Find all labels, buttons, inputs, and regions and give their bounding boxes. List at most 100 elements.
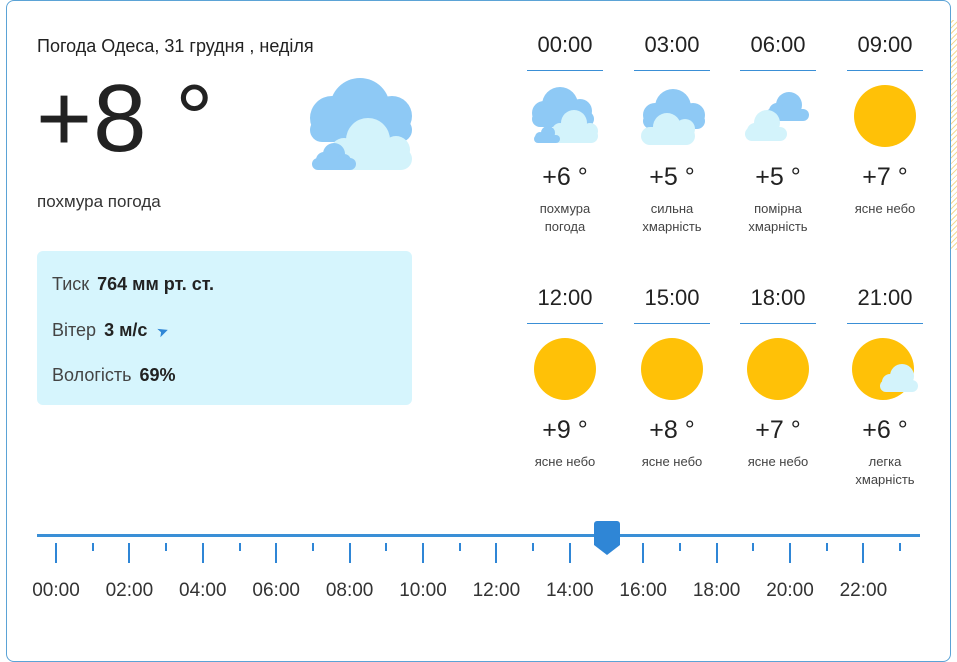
sun-weather-icon	[743, 336, 813, 402]
current-condition: похмура погода	[37, 192, 161, 211]
hourly-divider	[527, 70, 603, 71]
hourly-condition: легка хмарність	[840, 453, 930, 489]
timeline-label: 08:00	[325, 580, 374, 601]
overcast-cloud-icon	[310, 78, 412, 170]
cloudy-weather-icon	[637, 83, 707, 149]
timeline-label: 00:00	[32, 580, 80, 601]
hourly-condition-line1: помірна	[754, 201, 802, 216]
hourly-item: 06:00 +5 ° помірна хмарність	[733, 30, 823, 236]
hourly-item: 21:00 +6 ° легка хмарність	[840, 283, 930, 489]
pressure-value: 764 мм рт. ст.	[97, 274, 215, 294]
partly-weather-icon	[743, 83, 813, 149]
timeline-major-tick	[862, 543, 865, 563]
hourly-item: 09:00 +7 ° ясне небо	[840, 30, 930, 218]
timeline-major-tick	[495, 543, 498, 563]
hourly-condition: ясне небо	[520, 453, 610, 471]
hourly-temperature: +6 °	[862, 416, 908, 444]
hourly-condition-line1: ясне небо	[747, 454, 809, 469]
hourly-time: 21:00	[857, 285, 913, 310]
hourly-item: 12:00 +9 ° ясне небо	[520, 283, 610, 471]
humidity-label: Вологість	[52, 365, 132, 385]
timeline-label: 04:00	[179, 580, 227, 601]
timeline-major-tick	[348, 543, 351, 563]
timeline-label: 20:00	[766, 580, 814, 601]
timeline-label: 14:00	[546, 580, 594, 601]
timeline-major-tick	[422, 543, 424, 563]
timeline-minor-tick	[311, 543, 314, 551]
hourly-time: 18:00	[750, 285, 806, 310]
hourly-time: 00:00	[537, 32, 593, 57]
pressure-row: Тиск 764 мм рт. ст.	[52, 274, 214, 295]
hourly-divider	[527, 323, 603, 324]
hourly-condition-line2: хмарність	[855, 472, 915, 487]
timeline-major-tick	[568, 543, 571, 563]
hourly-divider	[847, 70, 923, 71]
hourly-condition: ясне небо	[840, 200, 930, 218]
timeline-minor-tick	[385, 543, 388, 551]
timeline-label: 18:00	[692, 580, 741, 601]
hourly-condition-line1: ясне небо	[854, 201, 916, 216]
timeline-major-tick	[642, 543, 645, 563]
hourly-condition-line2: погода	[544, 219, 586, 234]
hourly-temperature: +6 °	[542, 163, 588, 191]
hourly-condition-line1: ясне небо	[534, 454, 596, 469]
timeline-label: 02:00	[105, 580, 154, 601]
hourly-condition: ясне небо	[733, 453, 823, 471]
hourly-condition-line1: легка	[868, 454, 902, 469]
hourly-temperature: +7 °	[755, 416, 801, 444]
timeline-label: 22:00	[839, 580, 888, 601]
hourly-divider	[634, 323, 710, 324]
sun-cloud-weather-icon	[850, 336, 920, 402]
hourly-condition-line1: похмура	[539, 201, 591, 216]
hourly-item: 15:00 +8 ° ясне небо	[627, 283, 717, 471]
hourly-temperature: +8 °	[649, 416, 695, 444]
hourly-condition-line1: сильна	[650, 201, 694, 216]
timeline-slider-handle[interactable]	[594, 521, 620, 555]
humidity-value: 69%	[139, 365, 176, 385]
timeline-minor-tick	[238, 543, 241, 551]
details-panel: Тиск 764 мм рт. ст. Вітер 3 м/с ➤ Вологість…	[37, 251, 412, 405]
hourly-item: 18:00 +7 ° ясне небо	[733, 283, 823, 471]
hourly-condition-line2: хмарність	[748, 219, 808, 234]
hourly-condition-line1: ясне небо	[641, 454, 703, 469]
hourly-condition: ясне небо	[627, 453, 717, 471]
timeline-minor-tick	[678, 543, 681, 551]
wind-value: 3 м/с	[104, 320, 148, 340]
timeline-label: 16:00	[619, 580, 667, 601]
wind-row: Вітер 3 м/с ➤	[52, 320, 172, 341]
hourly-temperature: +5 °	[755, 163, 801, 191]
hourly-temperature: +5 °	[649, 163, 695, 191]
hourly-time: 06:00	[750, 32, 806, 57]
hourly-condition-line2: хмарність	[642, 219, 702, 234]
timeline-minor-tick	[825, 543, 828, 551]
timeline-track[interactable]	[37, 534, 920, 537]
timeline-minor-tick	[458, 543, 461, 551]
timeline-major-tick	[275, 543, 278, 563]
timeline-major-tick	[789, 543, 791, 563]
sun-weather-icon	[850, 83, 920, 149]
hourly-divider	[740, 323, 816, 324]
timeline-minor-tick	[165, 543, 168, 551]
timeline-major-tick	[128, 543, 131, 563]
hourly-item: 03:00 +5 ° сильна хмарність	[627, 30, 717, 236]
hourly-time: 03:00	[644, 32, 700, 57]
timeline-minor-tick	[532, 543, 535, 551]
sun-weather-icon	[530, 336, 600, 402]
hourly-item: 00:00 +6 ° похмура погода	[520, 30, 610, 236]
timeline-minor-tick	[899, 543, 902, 551]
timeline-major-tick	[55, 543, 57, 563]
timeline-label: 06:00	[252, 580, 300, 601]
pressure-label: Тиск	[52, 274, 90, 294]
timeline-minor-tick	[752, 543, 755, 551]
overcast-weather-icon	[530, 83, 600, 149]
hourly-condition: сильна хмарність	[627, 200, 717, 236]
hourly-time: 15:00	[644, 285, 700, 310]
hourly-time: 12:00	[537, 285, 593, 310]
hourly-condition: похмура погода	[520, 200, 610, 236]
timeline-major-tick	[201, 543, 204, 563]
wind-direction-icon: ➤	[154, 321, 172, 341]
hourly-divider	[847, 323, 923, 324]
page-title: Погода Одеса, 31 грудня , неділя	[37, 36, 314, 56]
hourly-temperature: +9 °	[542, 416, 588, 444]
hourly-temperature: +7 °	[862, 163, 908, 191]
